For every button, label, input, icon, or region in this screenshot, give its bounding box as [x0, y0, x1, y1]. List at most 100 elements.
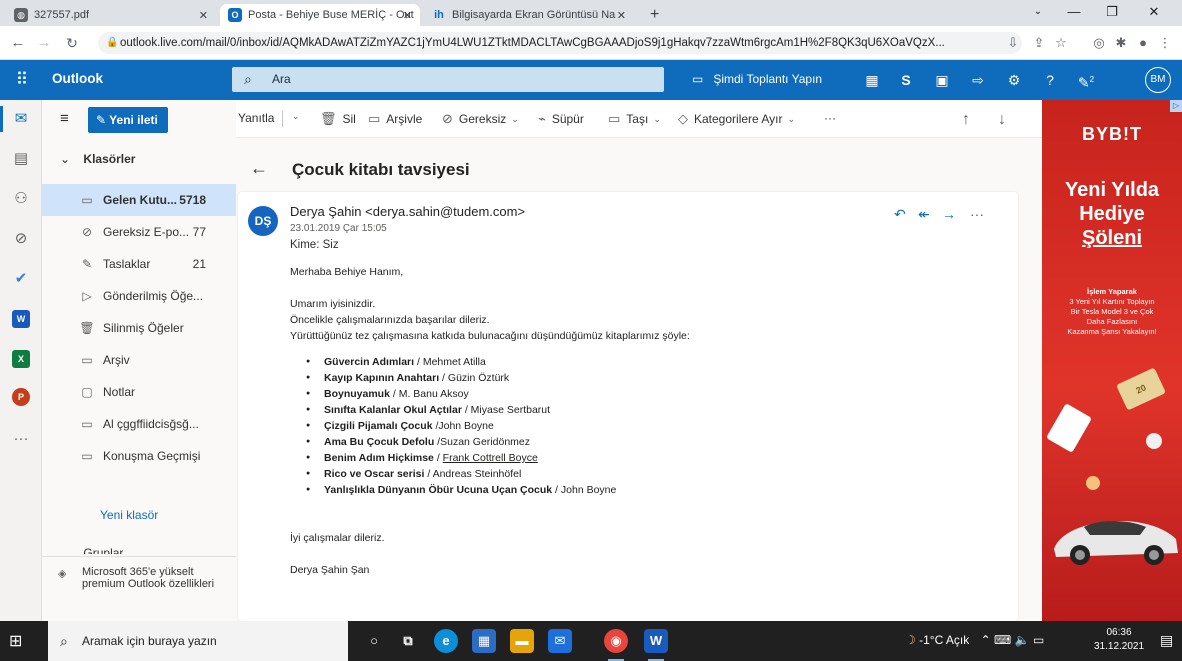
forward-icon[interactable]: →: [942, 206, 956, 222]
restore-icon[interactable]: ❐: [1094, 0, 1130, 24]
star-icon[interactable]: ☆: [1052, 34, 1070, 52]
edge-icon[interactable]: e: [434, 629, 458, 653]
volume-icon[interactable]: 🔈: [1015, 633, 1030, 647]
settings-gear-icon[interactable]: ⚙: [1004, 70, 1024, 90]
folder-name: Arşiv: [103, 353, 130, 367]
tab-search-icon[interactable]: ⌄: [1020, 0, 1056, 24]
battery-icon[interactable]: ▭: [1033, 633, 1044, 647]
meet-now-button[interactable]: ▭ Şimdi Toplantı Yapın: [692, 72, 822, 86]
next-message-icon[interactable]: ↓: [998, 111, 1006, 129]
sweep-button[interactable]: ⌁ Süpür: [538, 111, 584, 127]
feedback-icon[interactable]: ⇨: [968, 70, 988, 90]
skype-icon[interactable]: S: [896, 70, 916, 90]
word-taskbar-icon[interactable]: W: [644, 629, 668, 661]
mail-app-icon[interactable]: ✉: [548, 629, 572, 653]
extensions-puzzle-icon[interactable]: ✱: [1112, 34, 1130, 52]
word-icon[interactable]: W: [12, 310, 30, 328]
reply-options-chevron-icon[interactable]: ⌄: [292, 111, 300, 122]
weather-text[interactable]: -1°C Açık: [919, 633, 969, 647]
close-icon[interactable]: ✕: [403, 9, 412, 22]
weather-moon-icon[interactable]: ☽: [905, 633, 916, 647]
hamburger-menu-icon[interactable]: ≡: [60, 110, 69, 127]
cortana-icon[interactable]: ○: [362, 629, 386, 653]
junk-button[interactable]: ⊘ Gereksiz ⌄: [442, 111, 519, 127]
sender-name[interactable]: Derya Şahin <derya.sahin@tudem.com>: [290, 204, 525, 219]
folders-heading[interactable]: ⌄ Klasörler: [60, 152, 135, 166]
app-launcher-icon[interactable]: ⠿: [10, 68, 34, 92]
install-app-icon[interactable]: ⇩: [1004, 34, 1022, 52]
new-tab-button[interactable]: +: [642, 4, 667, 26]
calendar-icon[interactable]: ▤: [8, 146, 34, 172]
back-icon[interactable]: ←: [8, 33, 28, 53]
user-avatar[interactable]: BM: [1145, 67, 1171, 93]
url-field[interactable]: 🔒 outlook.live.com/mail/0/inbox/id/AQMkA…: [98, 32, 1022, 54]
groups-heading[interactable]: ⌄ Gruplar: [60, 546, 123, 554]
folder-item[interactable]: ▭ Arşiv: [42, 344, 236, 376]
reply-all-icon[interactable]: ↞: [918, 206, 930, 223]
reply-button[interactable]: Yanıtla: [238, 111, 274, 125]
archive-button[interactable]: ▭ Arşivle: [368, 111, 422, 127]
previous-message-icon[interactable]: ↑: [962, 111, 970, 129]
share-icon[interactable]: ⇪: [1030, 34, 1048, 52]
reload-icon[interactable]: ↻: [62, 33, 82, 53]
forward-icon[interactable]: →: [34, 33, 54, 53]
more-apps-icon[interactable]: ···: [8, 426, 34, 452]
sender-avatar[interactable]: DŞ: [248, 206, 278, 236]
folder-item[interactable]: ⊘ Gereksiz E-po... 77: [42, 216, 236, 248]
folder-item[interactable]: ▷ Gönderilmiş Öğe...: [42, 280, 236, 312]
task-view-icon[interactable]: ⧉: [396, 629, 420, 653]
browser-menu-icon[interactable]: ⋮: [1156, 34, 1174, 52]
more-actions-button[interactable]: ···: [824, 111, 836, 125]
delete-button[interactable]: 🗑 Sil: [320, 111, 356, 127]
recipient-line: Kime: Siz: [290, 239, 339, 251]
folder-item[interactable]: ▭ Al çggffiidcisğsğ...: [42, 408, 236, 440]
reply-icon[interactable]: ↶: [894, 206, 906, 223]
people-icon[interactable]: ⚇: [8, 186, 34, 212]
tray-chevron-icon[interactable]: ⌃: [981, 633, 991, 647]
profile-icon[interactable]: ●: [1134, 34, 1152, 52]
app-title[interactable]: Outlook: [52, 71, 103, 86]
keyboard-icon[interactable]: ⌨: [994, 633, 1011, 647]
move-button[interactable]: ▭ Taşı ⌄: [608, 111, 661, 127]
folder-item[interactable]: ▢ Notlar: [42, 376, 236, 408]
close-icon[interactable]: ✕: [617, 9, 626, 22]
folder-item[interactable]: ▭ Konuşma Geçmişi: [42, 440, 236, 472]
taskbar-search-placeholder: Aramak için buraya yazın: [82, 634, 217, 648]
ad-panel[interactable]: ▷ BYB!T Yeni Yılda Hediye Şöleni İşlem Y…: [1042, 100, 1182, 621]
powerpoint-icon[interactable]: P: [12, 388, 30, 406]
help-icon[interactable]: ?: [1040, 70, 1060, 90]
book-author-link[interactable]: Frank Cottrell Boyce: [443, 452, 538, 464]
search-input[interactable]: ⌕ Ara: [232, 67, 664, 92]
folder-item[interactable]: 🗑 Silinmiş Öğeler: [42, 312, 236, 344]
browser-tab-outlook[interactable]: O Posta - Behiye Buse MERİÇ - Out ✕: [220, 4, 420, 26]
minimize-icon[interactable]: —: [1056, 0, 1092, 24]
excel-icon[interactable]: X: [12, 350, 30, 368]
premium-promo[interactable]: ◈ Microsoft 365'e yükselt premium Outloo…: [42, 556, 236, 621]
attachment-icon[interactable]: ⊘: [8, 226, 34, 252]
todo-icon[interactable]: ✔: [8, 266, 34, 292]
message-more-icon[interactable]: ···: [970, 206, 984, 222]
taskbar-clock[interactable]: 06:36 31.12.2021: [1094, 626, 1144, 654]
store-icon[interactable]: ▦: [472, 629, 496, 653]
chrome-icon[interactable]: ◉: [604, 629, 628, 661]
taskbar-search-input[interactable]: ⌕ Aramak için buraya yazın: [48, 621, 348, 661]
browser-tab-ih[interactable]: ih Bilgisayarda Ekran Görüntüsü Na ✕: [424, 4, 634, 26]
folder-item[interactable]: ✎ Taslaklar 21: [42, 248, 236, 280]
mail-icon[interactable]: ✉: [8, 106, 34, 132]
action-center-icon[interactable]: ▤: [1160, 632, 1173, 649]
teams-icon[interactable]: ▣: [932, 70, 952, 90]
windows-start-icon[interactable]: ⊞: [9, 631, 22, 651]
file-explorer-icon[interactable]: ▬: [510, 629, 534, 653]
back-arrow-icon[interactable]: ←: [250, 158, 268, 179]
browser-tab-pdf[interactable]: ◍ 327557.pdf ✕: [6, 4, 216, 26]
new-message-button[interactable]: ✎ Yeni ileti: [88, 107, 168, 133]
extension-globe-icon[interactable]: ◎: [1090, 34, 1108, 52]
qr-icon[interactable]: ▦: [862, 70, 882, 90]
new-folder-link[interactable]: Yeni klasör: [100, 508, 158, 522]
window-close-icon[interactable]: ✕: [1136, 0, 1172, 24]
ad-choices-icon[interactable]: ▷: [1170, 100, 1182, 112]
close-icon[interactable]: ✕: [199, 9, 208, 22]
notifications-icon[interactable]: ✎2: [1076, 70, 1096, 91]
folder-item[interactable]: ▭ Gelen Kutu... 5718: [42, 184, 236, 216]
categorize-button[interactable]: ◇ Kategorilere Ayır ⌄: [678, 111, 795, 127]
